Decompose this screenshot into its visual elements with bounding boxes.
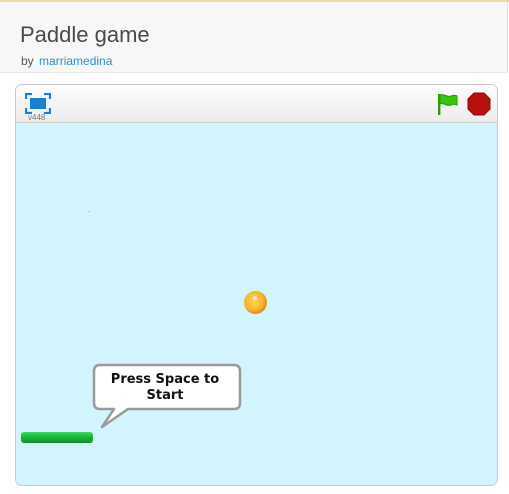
stop-sign-icon — [467, 92, 491, 116]
fullscreen-icon — [24, 92, 52, 115]
project-header: Paddle game by marriamedina — [0, 2, 508, 73]
speech-bubble-text: Press Space to Start — [110, 372, 220, 403]
author-link[interactable]: marriamedina — [39, 54, 112, 68]
ball-sprite — [244, 291, 267, 314]
ball-shine — [253, 296, 257, 300]
project-title: Paddle game — [20, 22, 150, 47]
player-controls: v448 — [16, 85, 497, 123]
game-stage[interactable]: Press Space to Start — [16, 123, 497, 485]
green-flag-button[interactable] — [435, 92, 459, 116]
stage-speck — [88, 211, 90, 212]
version-label: v448 — [28, 113, 46, 122]
stop-button[interactable] — [467, 92, 491, 116]
project-player: v448 Press Space to Start — [15, 84, 498, 486]
byline-label: by — [21, 54, 34, 68]
fullscreen-button[interactable] — [24, 92, 52, 115]
paddle-sprite — [21, 432, 93, 442]
byline: by marriamedina — [21, 54, 112, 68]
green-flag-icon — [438, 94, 458, 115]
